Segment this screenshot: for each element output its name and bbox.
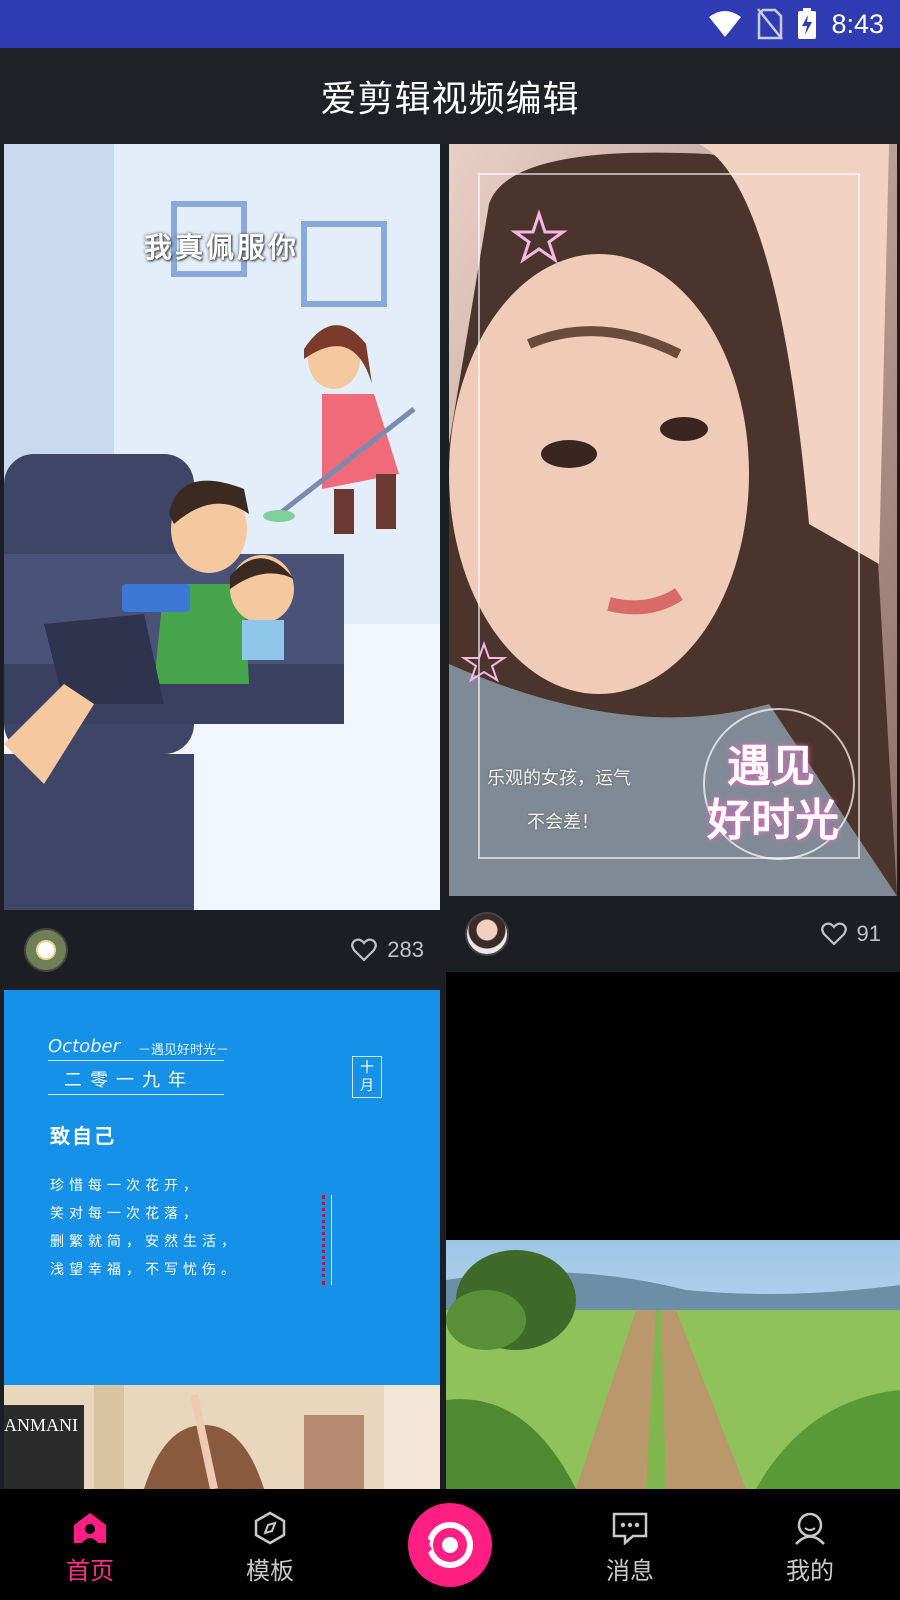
wifi-icon: [709, 11, 742, 37]
home-icon: [74, 1513, 106, 1543]
like-counter[interactable]: 283: [351, 937, 424, 963]
card-meta: 91: [465, 912, 881, 956]
like-counter[interactable]: 91: [820, 921, 881, 947]
app-bar: 爱剪辑视频编辑: [0, 48, 900, 144]
avatar[interactable]: [465, 912, 509, 956]
nav-item-home[interactable]: 首页: [30, 1489, 150, 1600]
status-icons: 8:43: [707, 0, 884, 48]
card-subtitle: －遇见好时光－: [138, 1043, 230, 1058]
message-icon: [612, 1512, 648, 1545]
video-card[interactable]: October －遇见好时光－ 二零一九年 十 月 致自己 珍惜每一次花开， 笑…: [4, 990, 440, 1489]
poem-line: 珍惜每一次花开，: [50, 1178, 202, 1194]
video-card[interactable]: 乐观的女孩，运气 不会差！ 遇见 好时光 91: [449, 144, 897, 972]
profile-icon: [795, 1512, 825, 1545]
status-time: 8:43: [831, 8, 884, 39]
poem-line: 浅望幸福，不写忧伤。: [50, 1262, 240, 1278]
like-count: 283: [387, 937, 424, 962]
heart-icon: [351, 938, 378, 962]
nav-item-messages[interactable]: 消息: [570, 1489, 690, 1600]
year-text: 二零一九年: [64, 1070, 194, 1091]
nav-label-template: 模板: [246, 1557, 294, 1585]
shop-sign-text: ANMANI: [4, 1415, 78, 1435]
video-thumbnail[interactable]: [446, 972, 900, 1489]
bottom-navigation: 首页 模板 消息 我的: [0, 1489, 900, 1600]
record-button[interactable]: [408, 1503, 492, 1587]
poem-line: 删繁就简，安然生活，: [50, 1234, 240, 1250]
month-english: October: [48, 1036, 121, 1057]
status-bar: 8:43: [0, 0, 900, 48]
video-thumbnail[interactable]: 我真佩服你: [4, 144, 440, 910]
video-card[interactable]: [446, 972, 900, 1489]
video-feed[interactable]: 我真佩服你 283 乐观的女孩，运气 不会差！ 遇见 好时光 91 Octobe…: [0, 144, 900, 1489]
camera-record-icon: [423, 1522, 473, 1568]
heart-icon: [820, 922, 847, 946]
country-road-scene: [446, 1240, 900, 1489]
like-count: 91: [856, 921, 881, 946]
nav-label-messages: 消息: [606, 1557, 654, 1585]
battery-charging-icon: [798, 8, 817, 39]
page-title: 爱剪辑视频编辑: [320, 79, 580, 120]
avatar[interactable]: [24, 928, 68, 972]
street-photo: [4, 1385, 440, 1489]
month-box: 十 月: [352, 1056, 382, 1098]
nav-item-profile[interactable]: 我的: [750, 1489, 870, 1600]
nav-label-profile: 我的: [786, 1557, 834, 1585]
card-meta: 283: [24, 928, 424, 972]
nav-label-home: 首页: [66, 1557, 114, 1585]
nav-item-template[interactable]: 模板: [210, 1489, 330, 1600]
poem-line: 笑对每一次花落，: [50, 1206, 202, 1222]
video-stamp-text: 好时光: [707, 795, 839, 846]
video-overlay-text: 不会差！: [527, 812, 599, 833]
card-heading: 致自己: [50, 1124, 116, 1148]
video-card[interactable]: 我真佩服你 283: [4, 144, 440, 990]
no-sim-icon: [757, 8, 784, 40]
video-thumbnail[interactable]: 乐观的女孩，运气 不会差！ 遇见 好时光: [449, 144, 897, 896]
video-thumbnail[interactable]: October －遇见好时光－ 二零一九年 十 月 致自己 珍惜每一次花开， 笑…: [4, 990, 440, 1489]
template-icon: [254, 1511, 286, 1545]
video-overlay-text: 我真佩服你: [144, 231, 300, 264]
vertical-seal: [322, 1195, 332, 1285]
video-overlay-text: 乐观的女孩，运气: [487, 768, 631, 789]
